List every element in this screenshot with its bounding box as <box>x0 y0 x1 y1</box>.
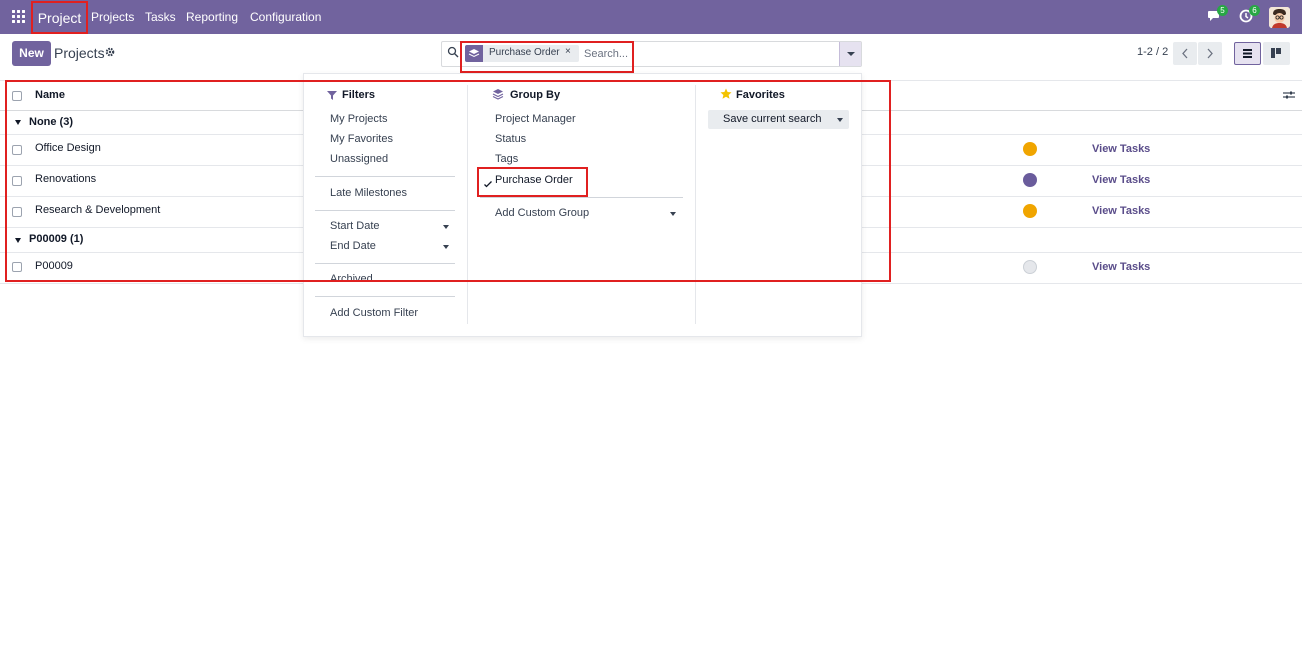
add-custom-filter[interactable]: Add Custom Filter <box>330 307 418 319</box>
menu-tasks[interactable]: Tasks <box>145 0 176 34</box>
pager-previous-button[interactable] <box>1173 42 1197 65</box>
view-tasks-link[interactable]: View Tasks <box>1092 174 1150 186</box>
view-tasks-link[interactable]: View Tasks <box>1092 261 1150 273</box>
messages-badge: 5 <box>1217 5 1228 16</box>
menu-reporting[interactable]: Reporting <box>186 0 238 34</box>
list-highlight-box <box>5 80 891 282</box>
column-settings-icon[interactable] <box>1283 89 1295 99</box>
status-dot[interactable] <box>1023 204 1037 218</box>
status-dot[interactable] <box>1023 260 1037 274</box>
app-menu-icon[interactable] <box>12 10 26 24</box>
kanban-view-button[interactable] <box>1263 42 1290 65</box>
list-view-button[interactable] <box>1234 42 1261 65</box>
pager-value[interactable]: 1-2 / 2 <box>1137 46 1168 58</box>
new-button[interactable]: New <box>12 41 51 66</box>
messages-icon[interactable]: 5 <box>1207 5 1228 25</box>
divider <box>315 296 455 297</box>
activities-icon[interactable]: 6 <box>1239 5 1260 25</box>
menu-configuration[interactable]: Configuration <box>250 0 321 34</box>
search-icon <box>447 46 459 58</box>
view-tasks-link[interactable]: View Tasks <box>1092 143 1150 155</box>
app-name[interactable]: Project <box>31 1 88 34</box>
status-dot[interactable] <box>1023 173 1037 187</box>
top-navbar: Project Projects Tasks Reporting Configu… <box>0 0 1302 34</box>
user-avatar[interactable] <box>1269 7 1290 28</box>
status-dot[interactable] <box>1023 142 1037 156</box>
search-options-toggle[interactable] <box>839 42 861 66</box>
search-highlight-box <box>460 41 634 73</box>
view-tasks-link[interactable]: View Tasks <box>1092 205 1150 217</box>
chevron-down-icon <box>847 52 855 56</box>
menu-projects[interactable]: Projects <box>91 0 134 34</box>
gear-icon[interactable] <box>105 46 115 60</box>
pager-next-button[interactable] <box>1198 42 1222 65</box>
breadcrumb: Projects <box>54 45 105 61</box>
activities-badge: 6 <box>1249 5 1260 16</box>
